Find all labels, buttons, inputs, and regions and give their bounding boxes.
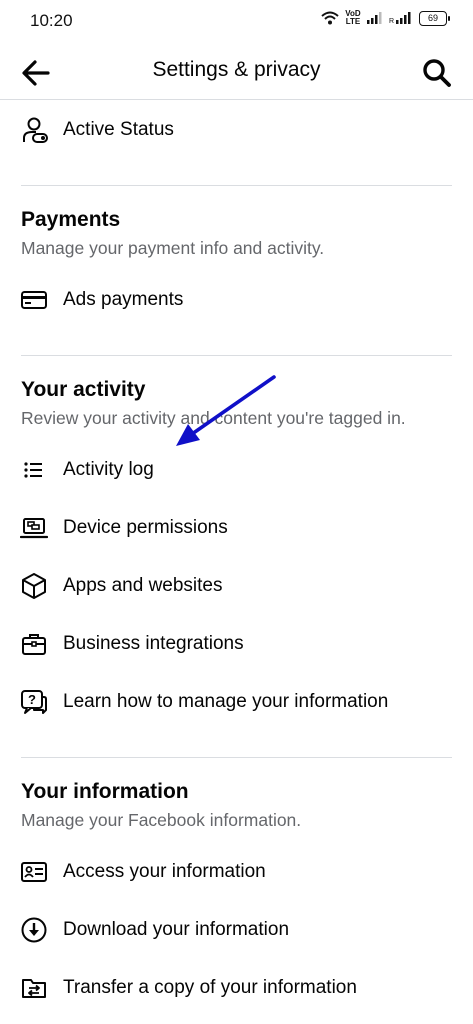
menu-item-label: Transfer a copy of your information xyxy=(63,977,357,998)
folder-transfer-icon xyxy=(20,974,48,1002)
menu-item-label: Active Status xyxy=(63,119,174,140)
menu-item-label: Ads payments xyxy=(63,289,184,310)
id-card-icon xyxy=(20,858,48,886)
menu-item-apps-and-websites[interactable]: Apps and websites xyxy=(20,566,223,606)
menu-item-transfer-copy[interactable]: Transfer a copy of your information xyxy=(20,968,357,1008)
credit-card-icon xyxy=(20,286,48,314)
menu-item-ads-payments[interactable]: Ads payments xyxy=(20,280,183,320)
menu-item-access-your-information[interactable]: Access your information xyxy=(20,852,266,892)
section-divider xyxy=(21,757,452,758)
section-divider xyxy=(21,185,452,186)
wifi-icon xyxy=(321,11,339,25)
volte-indicator: VoD LTE xyxy=(345,9,361,26)
signal-icon xyxy=(367,12,382,24)
menu-item-activity-log[interactable]: Activity log xyxy=(20,450,154,490)
menu-item-device-permissions[interactable]: Device permissions xyxy=(20,508,228,548)
cube-icon xyxy=(20,572,48,600)
menu-item-label: Access your information xyxy=(63,861,266,882)
menu-item-download-your-information[interactable]: Download your information xyxy=(20,910,289,950)
section-title-your-activity: Your activity xyxy=(21,378,146,401)
annotation-arrow-icon xyxy=(176,375,276,446)
status-bar: 10:20 VoD LTE R 69 xyxy=(0,0,473,44)
section-title-payments: Payments xyxy=(21,208,121,231)
menu-item-label: Business integrations xyxy=(63,633,244,654)
menu-item-active-status[interactable]: Active Status xyxy=(20,110,174,150)
question-chat-icon: ? xyxy=(20,688,48,716)
menu-item-label: Learn how to manage your information xyxy=(63,691,389,712)
search-button[interactable] xyxy=(421,57,453,89)
app-header: Settings & privacy xyxy=(0,44,473,100)
menu-item-label: Apps and websites xyxy=(63,575,223,596)
menu-item-label: Activity log xyxy=(63,459,154,480)
signal-roaming-icon: R xyxy=(389,12,411,24)
list-icon xyxy=(20,456,48,484)
status-icons: VoD LTE R 69 xyxy=(321,9,450,26)
menu-item-label: Download your information xyxy=(63,919,290,940)
menu-item-learn-manage-information[interactable]: ? Learn how to manage your information xyxy=(20,682,388,722)
svg-text:R: R xyxy=(389,18,394,24)
section-subtitle-payments: Manage your payment info and activity. xyxy=(21,238,325,258)
section-title-your-information: Your information xyxy=(21,780,189,803)
laptop-icon xyxy=(20,514,48,542)
menu-item-label: Device permissions xyxy=(63,517,228,538)
menu-item-business-integrations[interactable]: Business integrations xyxy=(20,624,244,664)
briefcase-icon xyxy=(20,630,48,658)
status-time: 10:20 xyxy=(30,11,73,30)
battery-icon: 69 xyxy=(419,10,450,26)
page-title: Settings & privacy xyxy=(152,58,321,81)
svg-text:?: ? xyxy=(28,692,36,707)
section-subtitle-your-information: Manage your Facebook information. xyxy=(21,810,302,830)
download-circle-icon xyxy=(20,916,48,944)
person-toggle-icon xyxy=(20,116,48,144)
search-icon xyxy=(423,59,451,87)
section-divider xyxy=(21,355,452,356)
